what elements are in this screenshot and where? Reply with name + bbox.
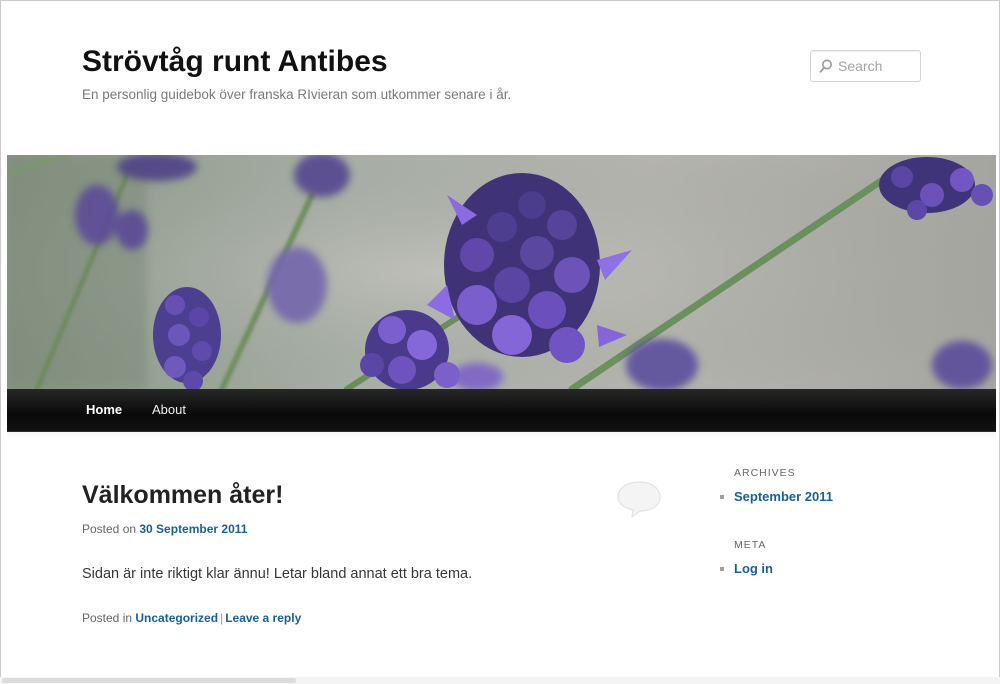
leave-reply-link[interactable]: Leave a reply (225, 611, 301, 625)
site-title[interactable]: Strövtåg runt Antibes (82, 45, 388, 79)
horizontal-scrollbar[interactable] (0, 677, 1000, 684)
nav-item-about[interactable]: About (152, 402, 186, 417)
list-item: September 2011 (720, 488, 833, 506)
main-navigation: Home About (7, 389, 996, 432)
meta-widget-title: META (734, 539, 767, 551)
post-footer: Posted in Uncategorized | Leave a reply (82, 611, 301, 625)
site-description: En personlig guidebok över franska RIvie… (82, 87, 512, 102)
post-date-link[interactable]: 30 September 2011 (139, 522, 247, 536)
archives-list: September 2011 (720, 488, 833, 506)
header-image[interactable] (7, 155, 996, 389)
comment-bubble-icon[interactable] (616, 480, 662, 523)
archives-widget-title: ARCHIVES (734, 467, 796, 479)
login-link[interactable]: Log in (734, 561, 773, 576)
post-title[interactable]: Välkommen åter! (82, 481, 283, 510)
category-link[interactable]: Uncategorized (135, 611, 218, 625)
content-top-shadow (7, 432, 996, 442)
list-item: Log in (720, 560, 773, 578)
posted-in-label: Posted in (82, 611, 136, 625)
nav-item-home[interactable]: Home (86, 402, 122, 417)
posted-on-label: Posted on (82, 522, 140, 536)
post-content: Sidan är inte riktigt klar ännu! Letar b… (82, 566, 473, 582)
lavender-banner-image (7, 155, 996, 389)
scrollbar-thumb[interactable] (2, 678, 296, 683)
archive-link-september-2011[interactable]: September 2011 (734, 489, 833, 504)
search-box[interactable] (810, 50, 921, 82)
search-icon (819, 59, 832, 73)
meta-list: Log in (720, 560, 773, 578)
post-meta: Posted on 30 September 2011 (82, 522, 247, 536)
footer-separator: | (220, 611, 224, 625)
search-input[interactable] (838, 57, 916, 75)
page-frame: Strövtåg runt Antibes En personlig guide… (0, 0, 1000, 678)
